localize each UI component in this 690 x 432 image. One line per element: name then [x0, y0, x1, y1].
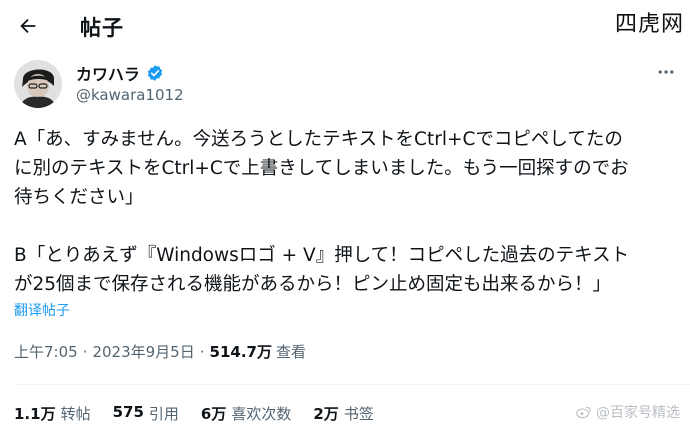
post-line: A「あ、すみません。今送ろうとしたテキストをCtrl+Cでコピペしてたの — [14, 129, 623, 150]
stat-label: 转帖 — [60, 405, 91, 423]
site-watermark-logo: 四虎网 — [614, 12, 684, 37]
stat-likes[interactable]: 6万 喜欢次数 — [201, 403, 291, 424]
post-meta: 上午7:05 · 2023年9月5日 · 514.7万 查看 — [14, 341, 306, 362]
stat-quotes[interactable]: 575 引用 — [113, 403, 179, 424]
author-name[interactable]: カワハラ — [76, 61, 164, 85]
more-dots-icon — [658, 70, 674, 74]
post-line: 待ちください」 — [14, 187, 144, 208]
stat-count: 2万 — [313, 405, 339, 423]
engagement-stats: 1.1万 转帖 575 引用 6万 喜欢次数 2万 书签 — [14, 403, 396, 424]
views-label: 查看 — [275, 343, 306, 361]
arrow-left-icon — [20, 18, 36, 34]
stat-count: 1.1万 — [14, 405, 56, 423]
watermark-text: @百家号精选 — [596, 405, 680, 421]
stat-label: 书签 — [343, 405, 374, 423]
author-name-text: カワハラ — [76, 65, 140, 84]
post-line: に別のテキストをCtrl+Cで上書きしてしまいました。もう一回探すのでお — [14, 158, 629, 179]
verified-badge-icon — [147, 65, 162, 81]
stat-label: 引用 — [148, 405, 179, 423]
stat-reposts[interactable]: 1.1万 转帖 — [14, 403, 91, 424]
back-button[interactable] — [14, 12, 42, 40]
post-line: B「とりあえず『Windowsロゴ + V』押して！コピペした過去のテキスト — [14, 245, 630, 266]
top-bar: 帖子 四虎网 — [0, 0, 690, 52]
stat-count: 6万 — [200, 405, 227, 423]
stat-bookmarks[interactable]: 2万 书签 — [313, 403, 373, 424]
avatar-image — [14, 60, 62, 108]
meta-separator: · — [82, 342, 88, 361]
views-count: 514.7万 — [209, 343, 272, 361]
author-handle[interactable]: @kawara1012 — [76, 86, 184, 104]
meta-separator: · — [199, 342, 205, 361]
post-body: A「あ、すみません。今送ろうとしたテキストをCtrl+Cでコピペしてたの に別の… — [14, 125, 680, 299]
watermark: @百家号精选 — [576, 402, 680, 422]
translate-post-link[interactable]: 翻译帖子 — [14, 300, 70, 320]
divider — [14, 384, 690, 385]
avatar[interactable] — [14, 60, 62, 108]
weibo-icon — [576, 406, 591, 419]
stat-count: 575 — [112, 403, 144, 421]
stat-label: 喜欢次数 — [231, 405, 292, 423]
post-time[interactable]: 上午7:05 — [14, 341, 78, 362]
post-date[interactable]: 2023年9月5日 — [92, 341, 194, 362]
post-line: が25個まで保存される機能があるから！ピン止め固定も出来るから！」 — [14, 274, 612, 295]
more-options-button[interactable] — [654, 60, 678, 84]
page-title: 帖子 — [80, 16, 124, 40]
post-line-blank — [14, 212, 680, 241]
